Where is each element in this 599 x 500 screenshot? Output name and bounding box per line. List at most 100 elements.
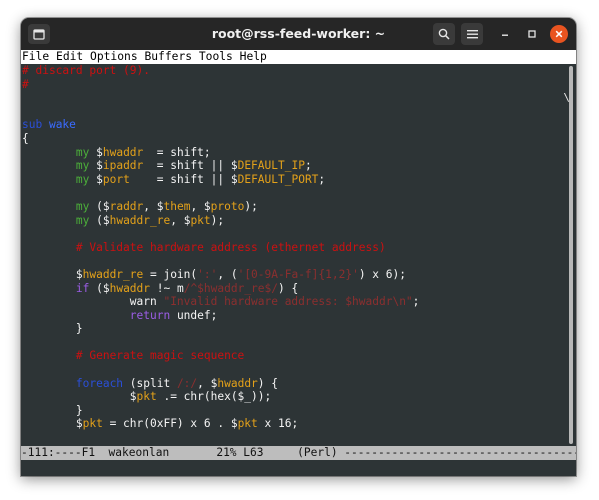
hamburger-icon [466,30,478,39]
code-line[interactable]: my $hwaddr = shift; [22,146,562,160]
code-line[interactable]: my ($hwaddr_re, $pkt); [22,214,562,228]
code-line[interactable] [22,186,562,200]
code-token: proto [210,199,245,213]
code-line[interactable] [22,105,562,119]
hamburger-menu-button[interactable] [461,23,483,45]
code-line[interactable]: } [22,322,562,336]
code-token: (split [129,376,177,390]
code-token: $ [96,159,103,173]
close-button[interactable] [550,25,568,43]
minimize-button[interactable] [496,25,514,43]
code-line[interactable]: foreach (split /:/, $hwaddr) { [22,377,562,391]
code-line[interactable] [22,91,562,105]
code-line[interactable]: } [22,404,562,418]
code-token: = chr(0xFF) x 6 . $ [102,417,238,431]
menu-help[interactable]: Help [240,50,267,63]
code-token: DEFAULT_IP [237,159,305,173]
code-line[interactable]: { [22,132,562,146]
scrollbar[interactable] [569,66,573,444]
menu-buffers[interactable]: Buffers [144,50,192,63]
code-token: ($ [96,199,110,213]
code-line[interactable] [22,254,562,268]
code-token: , $ [143,199,164,213]
code-token: = join( [143,267,198,281]
code-token: my [75,172,97,186]
code-token: ':' [197,267,218,281]
menu-edit[interactable]: Edit [56,50,83,63]
code-line[interactable]: warn "Invalid hardware address: $hwaddr\… [22,295,562,309]
maximize-icon [528,30,536,38]
code-token: if [75,281,97,295]
code-token: # Generate magic sequence [75,349,245,363]
code-line[interactable]: return undef; [22,309,562,323]
code-token: return [129,308,177,322]
code-token: } [22,322,83,336]
menu-options[interactable]: Options [90,50,138,63]
menu-tools[interactable]: Tools [199,50,233,63]
echo-area[interactable] [21,460,576,476]
code-token: ; [412,295,420,309]
editor-pane[interactable]: # discard port (9). # sub wake{ my $hwadd… [21,64,576,446]
code-token: "Invalid hardware address: $hwaddr\n" [163,295,413,309]
code-token: ); [210,213,225,227]
code-line[interactable]: # [22,78,562,92]
code-line[interactable]: $hwaddr_re = join(':', ('[0-9A-Fa-f]{1,2… [22,268,562,282]
code-line[interactable]: $pkt .= chr(hex($_)); [22,390,562,404]
code-line[interactable]: my $ipaddr = shift || $DEFAULT_IP; [22,159,562,173]
code-line[interactable] [22,336,562,350]
code-line[interactable]: sub wake [22,118,562,132]
code-token: , $ [197,376,218,390]
code-line[interactable]: # Generate magic sequence [22,349,562,363]
menu-file[interactable]: File [22,50,49,63]
code-line[interactable] [22,363,562,377]
code-buffer[interactable]: # discard port (9). # sub wake{ my $hwadd… [22,64,562,446]
code-token: my [75,145,97,159]
code-token: hwaddr [217,376,258,390]
code-token: , $ [170,213,191,227]
code-line[interactable]: # discard port (9). [22,64,562,78]
mode-line: -111:----F1 wakeonlan 21% L63 (Perl) ---… [21,446,576,460]
code-token: hwaddr [109,281,151,295]
code-token: $ [22,390,137,404]
code-token: warn [22,295,164,309]
code-line[interactable]: $pkt = chr(0xFF) x 6 . $pkt x 16; [22,417,562,431]
fringe: \ [562,64,576,446]
code-line[interactable] [22,227,562,241]
code-line[interactable]: my ($raddr, $them, $proto); [22,200,562,214]
code-token: hwaddr_re [109,213,171,227]
search-button[interactable] [433,23,455,45]
code-token: foreach [75,376,130,390]
code-token: !~ m [150,281,184,295]
code-token: ; [304,159,312,173]
maximize-button[interactable] [523,25,541,43]
code-token: # [22,77,29,91]
window-title: root@rss-feed-worker: ~ [211,26,386,41]
terminal-window: root@rss-feed-worker: ~ File Edit Option… [21,18,576,476]
code-token: , ( [217,267,238,281]
code-line[interactable]: my $port = shift || $DEFAULT_PORT; [22,173,562,187]
code-token: ) x 6); [358,267,406,281]
code-token: # discard port (9). [22,64,150,77]
code-token: my [75,159,97,173]
close-icon [555,30,563,38]
code-token: wake [48,118,76,132]
code-token: hwaddr_re [82,267,144,281]
code-token: pkt [82,417,103,431]
code-token: /^$hwaddr_re$/ [183,281,278,295]
titlebar: root@rss-feed-worker: ~ [21,18,576,50]
code-token: $ [22,267,83,281]
code-token: $ [96,172,103,186]
code-token: /:/ [176,376,198,390]
code-line[interactable]: if ($hwaddr !~ m/^$hwaddr_re$/) { [22,282,562,296]
emacs-menubar: File Edit Options Buffers Tools Help [21,50,576,64]
code-line[interactable]: # Validate hardware address (ethernet ad… [22,241,562,255]
code-token: pkt [237,417,258,431]
code-token: = shift || $ [129,172,238,186]
